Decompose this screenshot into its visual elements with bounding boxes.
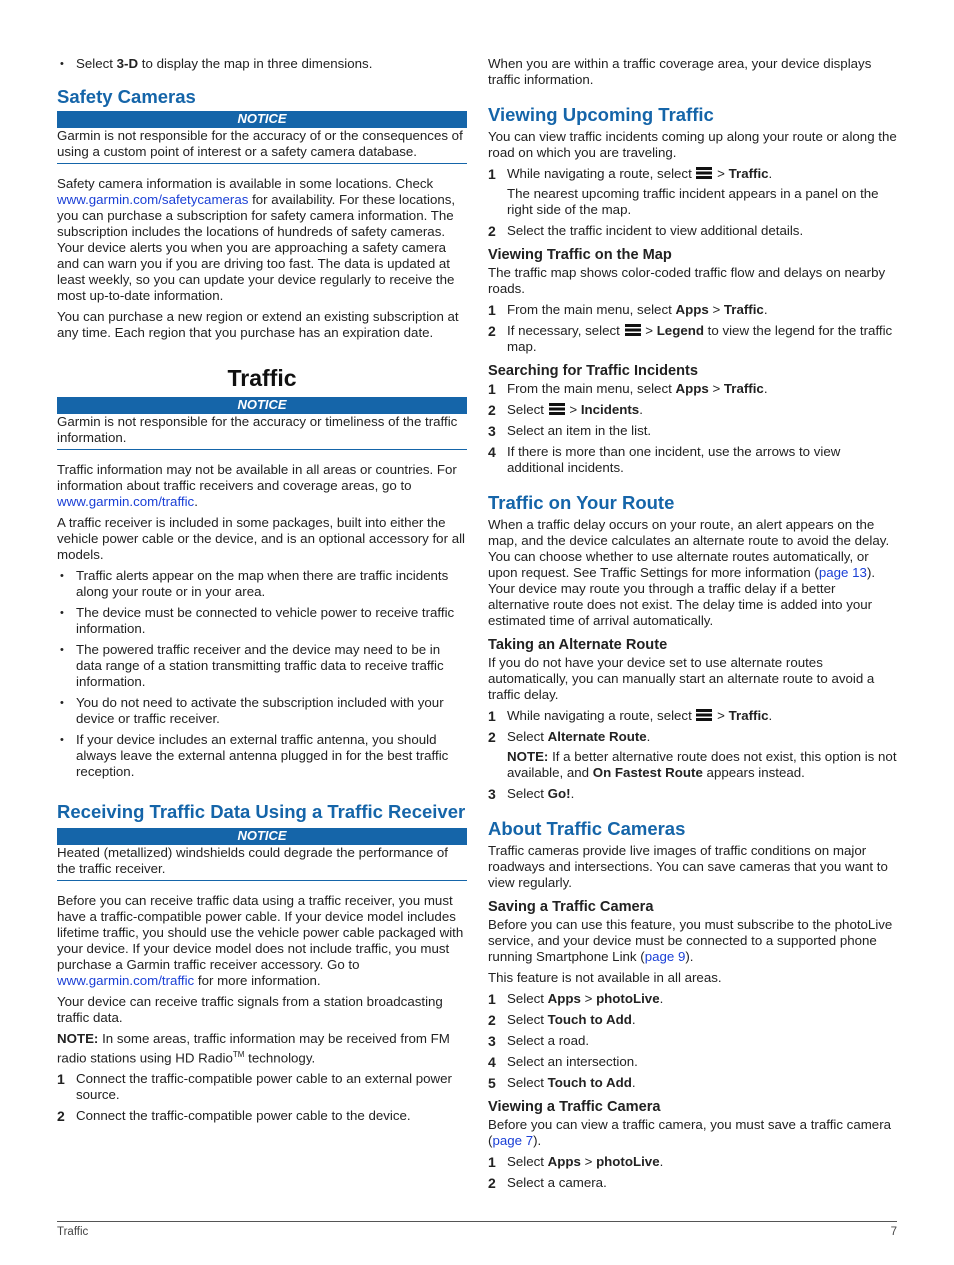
paragraph: Traffic cameras provide live images of t… [488,843,888,890]
step-item: 3 Select a road. [488,1033,590,1049]
paragraph: Your device can receive traffic signals … [57,994,443,1025]
intro-list: Select 3-D to display the map in three d… [57,56,467,72]
list-item: You do not need to activate the subscrip… [57,695,467,727]
paragraph: You can view traffic incidents coming up… [488,129,897,160]
paragraph: When you are within a traffic coverage a… [488,56,872,87]
step-item: 1 Select Apps > photoLive. [488,991,664,1007]
list-item: If your device includes an external traf… [57,732,467,780]
menu-icon [624,324,641,336]
menu-icon [696,709,713,721]
notice-label: NOTICE [57,828,467,845]
step-item: 2 Select > Incidents. [488,402,643,418]
step-item: 1 From the main menu, select Apps > Traff… [488,381,768,397]
paragraph: You can purchase a new region or extend … [57,309,459,340]
step-item: 3 Select Go!. [488,786,575,802]
subheading-saving-camera: Saving a Traffic Camera [488,899,654,915]
paragraph: When a traffic delay occurs on your rout… [488,517,890,628]
traffic-link[interactable]: www.garmin.com/traffic [57,973,194,988]
paragraph: Before you can receive traffic data usin… [57,893,464,988]
paragraph: Before you can use this feature, you mus… [488,917,893,964]
paragraph: Before you can view a traffic camera, yo… [488,1117,892,1148]
step-item: 1 While navigating a route, select > Traf… [488,166,898,218]
menu-icon [548,403,565,415]
section-heading-safety-cameras: Safety Cameras [57,86,196,107]
chapter-title: Traffic [227,365,297,391]
step-item: 3 Select an item in the list. [488,423,652,439]
page-link[interactable]: page 7 [492,1133,533,1148]
page-footer: Traffic 7 [57,1221,897,1240]
traffic-link[interactable]: www.garmin.com/traffic [57,494,194,509]
step-item: 2 Select Touch to Add. [488,1012,636,1028]
page-link[interactable]: page 13 [819,565,867,580]
paragraph: If you do not have your device set to us… [488,655,875,702]
step-item: 2 Select the traffic incident to view add… [488,223,804,239]
receiving-steps: 1 Connect the traffic-compatible power ca… [57,1071,467,1124]
step-item: 4 If there is more than one incident, use… [488,444,841,475]
paragraph: A traffic receiver is included in some p… [57,515,465,562]
note: NOTE: In some areas, traffic information… [57,1031,450,1066]
section-heading-receiving-traffic: Receiving Traffic Data Using a Traffic R… [57,801,466,822]
menu-icon [696,167,713,179]
subheading-viewing-camera: Viewing a Traffic Camera [488,1099,661,1115]
paragraph: Traffic information may not be available… [57,462,457,509]
subheading-searching-incidents: Searching for Traffic Incidents [488,363,699,379]
safety-cameras-link[interactable]: www.garmin.com/safetycameras [57,192,248,207]
alternate-steps: 1 While navigating a route, select > Traf… [488,708,898,802]
step-item: 2 Select Alternate Route. NOTE: If a bett… [488,729,897,780]
note: NOTE: If a better alternative route does… [507,749,897,780]
section-heading-traffic-on-route: Traffic on Your Route [488,492,675,513]
list-item: The device must be connected to vehicle … [57,605,467,637]
paragraph: The traffic map shows color-coded traffi… [488,265,886,296]
section-heading-traffic-cameras: About Traffic Cameras [488,818,686,839]
subheading-viewing-traffic-on-map: Viewing Traffic on the Map [488,247,672,263]
notice-text: Garmin is not responsible for the accura… [57,128,467,164]
list-item: Select 3-D to display the map in three d… [57,56,467,72]
left-column: Select 3-D to display the map in three d… [57,0,467,1129]
step-item: 2 Select a camera. [488,1175,607,1191]
page-number: 7 [890,1226,897,1238]
subheading-alternate-route: Taking an Alternate Route [488,637,668,653]
notice-label: NOTICE [57,397,467,414]
searching-steps: 1 From the main menu, select Apps > Traff… [488,381,898,476]
step-item: 1 Connect the traffic-compatible power ca… [57,1071,452,1103]
step-item: 1 From the main menu, select Apps > Traff… [488,302,768,318]
step-detail: The nearest upcoming traffic incident ap… [507,186,879,217]
list-item: The powered traffic receiver and the dev… [57,642,467,690]
step-item: 2 If necessary, select > Legend to view t… [488,323,893,354]
notice-label: NOTICE [57,111,467,128]
step-item: 1 Select Apps > photoLive. [488,1154,664,1170]
footer-section-name: Traffic [57,1226,89,1238]
viewing-camera-steps: 1 Select Apps > photoLive. 2 Select a came… [488,1154,898,1191]
page-link[interactable]: page 9 [645,949,686,964]
notice-text: Garmin is not responsible for the accura… [57,414,467,450]
upcoming-steps: 1 While navigating a route, select > Traf… [488,166,898,239]
paragraph: Safety camera information is available i… [57,176,456,303]
traffic-bullet-list: Traffic alerts appear on the map when th… [57,568,467,780]
step-item: 1 While navigating a route, select > Traf… [488,708,773,724]
right-column: When you are within a traffic coverage a… [488,0,898,1196]
step-item: 5 Select Touch to Add. [488,1075,636,1091]
section-heading-viewing-upcoming-traffic: Viewing Upcoming Traffic [488,104,714,125]
paragraph: This feature is not available in all are… [488,970,722,985]
step-item: 4 Select an intersection. [488,1054,638,1070]
saving-steps: 1 Select Apps > photoLive. 2 Select Touch … [488,991,898,1091]
list-item: Traffic alerts appear on the map when th… [57,568,467,600]
step-item: 2 Connect the traffic-compatible power ca… [57,1108,411,1125]
notice-text: Heated (metallized) windshields could de… [57,845,467,881]
on-map-steps: 1 From the main menu, select Apps > Traff… [488,302,898,355]
